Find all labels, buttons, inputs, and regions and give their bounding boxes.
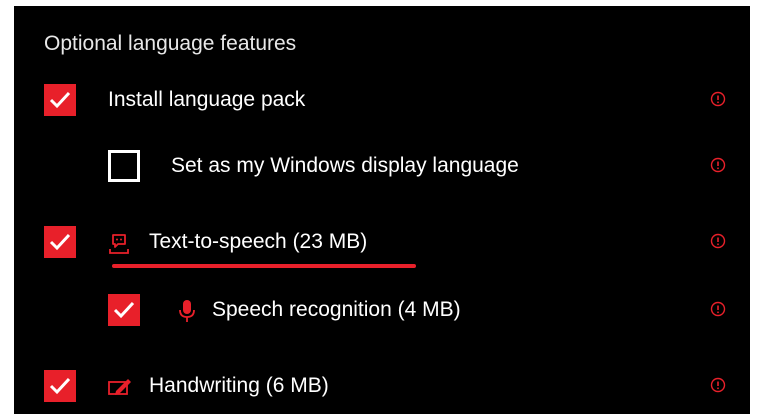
feature-row-speech-recognition: Speech recognition (4 MB) [14,288,750,336]
microphone-icon [179,300,195,322]
speech-recognition-label: Speech recognition (4 MB) [212,298,461,321]
display-language-label: Set as my Windows display language [171,154,519,177]
info-icon[interactable] [710,157,726,173]
info-icon[interactable] [710,91,726,107]
feature-row-handwriting: Handwriting (6 MB) [14,364,750,412]
speech-bubble-icon [109,234,129,254]
info-icon[interactable] [710,233,726,249]
info-icon[interactable] [710,377,726,393]
checkmark-icon [49,233,71,251]
checkmark-icon [49,91,71,109]
text-to-speech-label: Text-to-speech (23 MB) [149,230,368,253]
speech-recognition-checkbox[interactable] [108,294,140,326]
text-to-speech-checkbox[interactable] [44,226,76,258]
install-language-pack-checkbox[interactable] [44,84,76,116]
handwriting-checkbox[interactable] [44,370,76,402]
info-icon[interactable] [710,301,726,317]
feature-row-install-language-pack: Install language pack [14,78,750,126]
checkmark-icon [49,377,71,395]
handwriting-label: Handwriting (6 MB) [149,374,329,397]
display-language-checkbox[interactable] [108,150,140,182]
annotation-underline [112,264,416,268]
feature-row-text-to-speech: Text-to-speech (23 MB) [14,220,750,268]
feature-row-display-language: Set as my Windows display language [14,144,750,192]
section-title: Optional language features [44,32,297,55]
pen-icon [108,379,131,395]
install-language-pack-label: Install language pack [108,88,306,111]
checkmark-icon [113,301,135,319]
optional-features-panel: Optional language features Install langu… [14,6,750,414]
